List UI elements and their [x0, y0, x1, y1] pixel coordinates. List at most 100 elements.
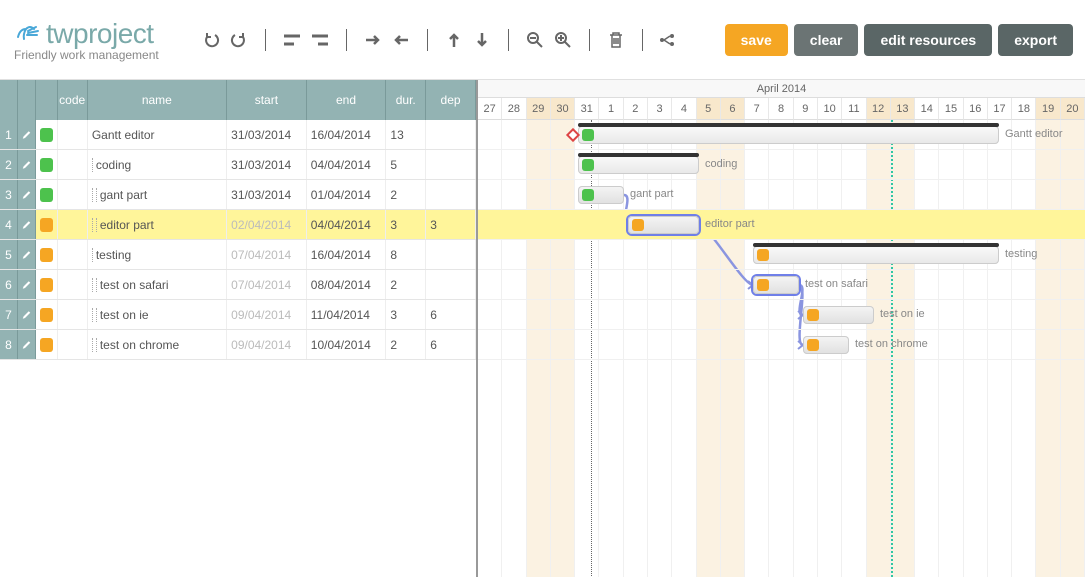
- start-cell[interactable]: 09/04/2014: [227, 330, 307, 359]
- save-button[interactable]: save: [725, 24, 788, 56]
- end-cell[interactable]: 10/04/2014: [307, 330, 387, 359]
- dep-cell[interactable]: 3: [426, 210, 476, 239]
- start-cell[interactable]: 31/03/2014: [227, 150, 307, 179]
- end-cell[interactable]: 01/04/2014: [307, 180, 387, 209]
- move-left-button[interactable]: [389, 28, 413, 52]
- dur-cell[interactable]: 5: [386, 150, 426, 179]
- task-bar[interactable]: test on chrome: [803, 336, 849, 354]
- edit-task-button[interactable]: [18, 210, 36, 239]
- col-dur[interactable]: dur.: [386, 80, 426, 120]
- name-cell[interactable]: test on safari: [88, 270, 227, 299]
- task-bar[interactable]: test on ie: [803, 306, 874, 324]
- end-cell[interactable]: 16/04/2014: [307, 120, 387, 149]
- code-cell[interactable]: [58, 270, 88, 299]
- zoom-out-button[interactable]: [523, 28, 547, 52]
- task-row[interactable]: 7test on ie09/04/201411/04/201436: [0, 300, 476, 330]
- task-row[interactable]: 2coding31/03/201404/04/20145: [0, 150, 476, 180]
- critical-path-button[interactable]: [657, 28, 681, 52]
- clear-button[interactable]: clear: [794, 24, 859, 56]
- dep-cell[interactable]: 6: [426, 300, 476, 329]
- end-cell[interactable]: 11/04/2014: [307, 300, 387, 329]
- task-bar[interactable]: test on safari: [753, 276, 799, 294]
- name-cell[interactable]: coding: [88, 150, 227, 179]
- move-up-button[interactable]: [442, 28, 466, 52]
- code-cell[interactable]: [58, 240, 88, 269]
- name-cell[interactable]: gant part: [88, 180, 227, 209]
- task-row[interactable]: 4editor part02/04/201404/04/201433: [0, 210, 476, 240]
- edit-resources-button[interactable]: edit resources: [864, 24, 992, 56]
- name-cell[interactable]: testing: [88, 240, 227, 269]
- col-dep[interactable]: dep: [426, 80, 476, 120]
- code-cell[interactable]: [58, 300, 88, 329]
- col-end[interactable]: end: [307, 80, 387, 120]
- end-cell[interactable]: 04/04/2014: [307, 150, 387, 179]
- move-right-button[interactable]: [361, 28, 385, 52]
- name-cell[interactable]: test on ie: [88, 300, 227, 329]
- start-cell[interactable]: 31/03/2014: [227, 180, 307, 209]
- status-cell[interactable]: [36, 300, 58, 329]
- name-cell[interactable]: Gantt editor: [88, 120, 227, 149]
- task-row[interactable]: 6test on safari07/04/201408/04/20142: [0, 270, 476, 300]
- task-bar[interactable]: testing: [753, 246, 999, 264]
- start-cell[interactable]: 31/03/2014: [227, 120, 307, 149]
- task-bar[interactable]: gant part: [578, 186, 624, 204]
- status-cell[interactable]: [36, 180, 58, 209]
- end-cell[interactable]: 08/04/2014: [307, 270, 387, 299]
- redo-button[interactable]: [227, 28, 251, 52]
- dur-cell[interactable]: 2: [386, 270, 426, 299]
- code-cell[interactable]: [58, 210, 88, 239]
- dep-cell[interactable]: [426, 270, 476, 299]
- dep-cell[interactable]: 6: [426, 330, 476, 359]
- end-cell[interactable]: 04/04/2014: [307, 210, 387, 239]
- edit-task-button[interactable]: [18, 150, 36, 179]
- edit-task-button[interactable]: [18, 270, 36, 299]
- delete-button[interactable]: [604, 28, 628, 52]
- task-row[interactable]: 1Gantt editor31/03/201416/04/201413: [0, 120, 476, 150]
- task-bar[interactable]: coding: [578, 156, 699, 174]
- dep-cell[interactable]: [426, 180, 476, 209]
- code-cell[interactable]: [58, 330, 88, 359]
- edit-task-button[interactable]: [18, 240, 36, 269]
- task-row[interactable]: 3gant part31/03/201401/04/20142: [0, 180, 476, 210]
- outdent-button[interactable]: [280, 28, 304, 52]
- undo-button[interactable]: [199, 28, 223, 52]
- col-code[interactable]: code: [58, 80, 88, 120]
- dur-cell[interactable]: 3: [386, 210, 426, 239]
- status-cell[interactable]: [36, 270, 58, 299]
- name-cell[interactable]: editor part: [88, 210, 227, 239]
- gantt-body[interactable]: Gantt editor coding gant parteditor part te…: [478, 120, 1085, 577]
- dur-cell[interactable]: 8: [386, 240, 426, 269]
- dur-cell[interactable]: 3: [386, 300, 426, 329]
- dep-cell[interactable]: [426, 150, 476, 179]
- task-bar[interactable]: Gantt editor: [578, 126, 999, 144]
- status-cell[interactable]: [36, 210, 58, 239]
- edit-task-button[interactable]: [18, 300, 36, 329]
- status-cell[interactable]: [36, 330, 58, 359]
- code-cell[interactable]: [58, 180, 88, 209]
- name-cell[interactable]: test on chrome: [88, 330, 227, 359]
- status-cell[interactable]: [36, 240, 58, 269]
- end-cell[interactable]: 16/04/2014: [307, 240, 387, 269]
- dep-cell[interactable]: [426, 240, 476, 269]
- code-cell[interactable]: [58, 150, 88, 179]
- task-row[interactable]: 8test on chrome09/04/201410/04/201426: [0, 330, 476, 360]
- dur-cell[interactable]: 2: [386, 330, 426, 359]
- edit-task-button[interactable]: [18, 180, 36, 209]
- start-cell[interactable]: 09/04/2014: [227, 300, 307, 329]
- dur-cell[interactable]: 13: [386, 120, 426, 149]
- dur-cell[interactable]: 2: [386, 180, 426, 209]
- dep-cell[interactable]: [426, 120, 476, 149]
- col-start[interactable]: start: [227, 80, 307, 120]
- export-button[interactable]: export: [998, 24, 1073, 56]
- indent-button[interactable]: [308, 28, 332, 52]
- start-cell[interactable]: 02/04/2014: [227, 210, 307, 239]
- edit-task-button[interactable]: [18, 120, 36, 149]
- start-cell[interactable]: 07/04/2014: [227, 270, 307, 299]
- status-cell[interactable]: [36, 150, 58, 179]
- task-row[interactable]: 5testing07/04/201416/04/20148: [0, 240, 476, 270]
- task-bar[interactable]: editor part: [628, 216, 699, 234]
- code-cell[interactable]: [58, 120, 88, 149]
- col-name[interactable]: name: [88, 80, 227, 120]
- start-cell[interactable]: 07/04/2014: [227, 240, 307, 269]
- status-cell[interactable]: [36, 120, 58, 149]
